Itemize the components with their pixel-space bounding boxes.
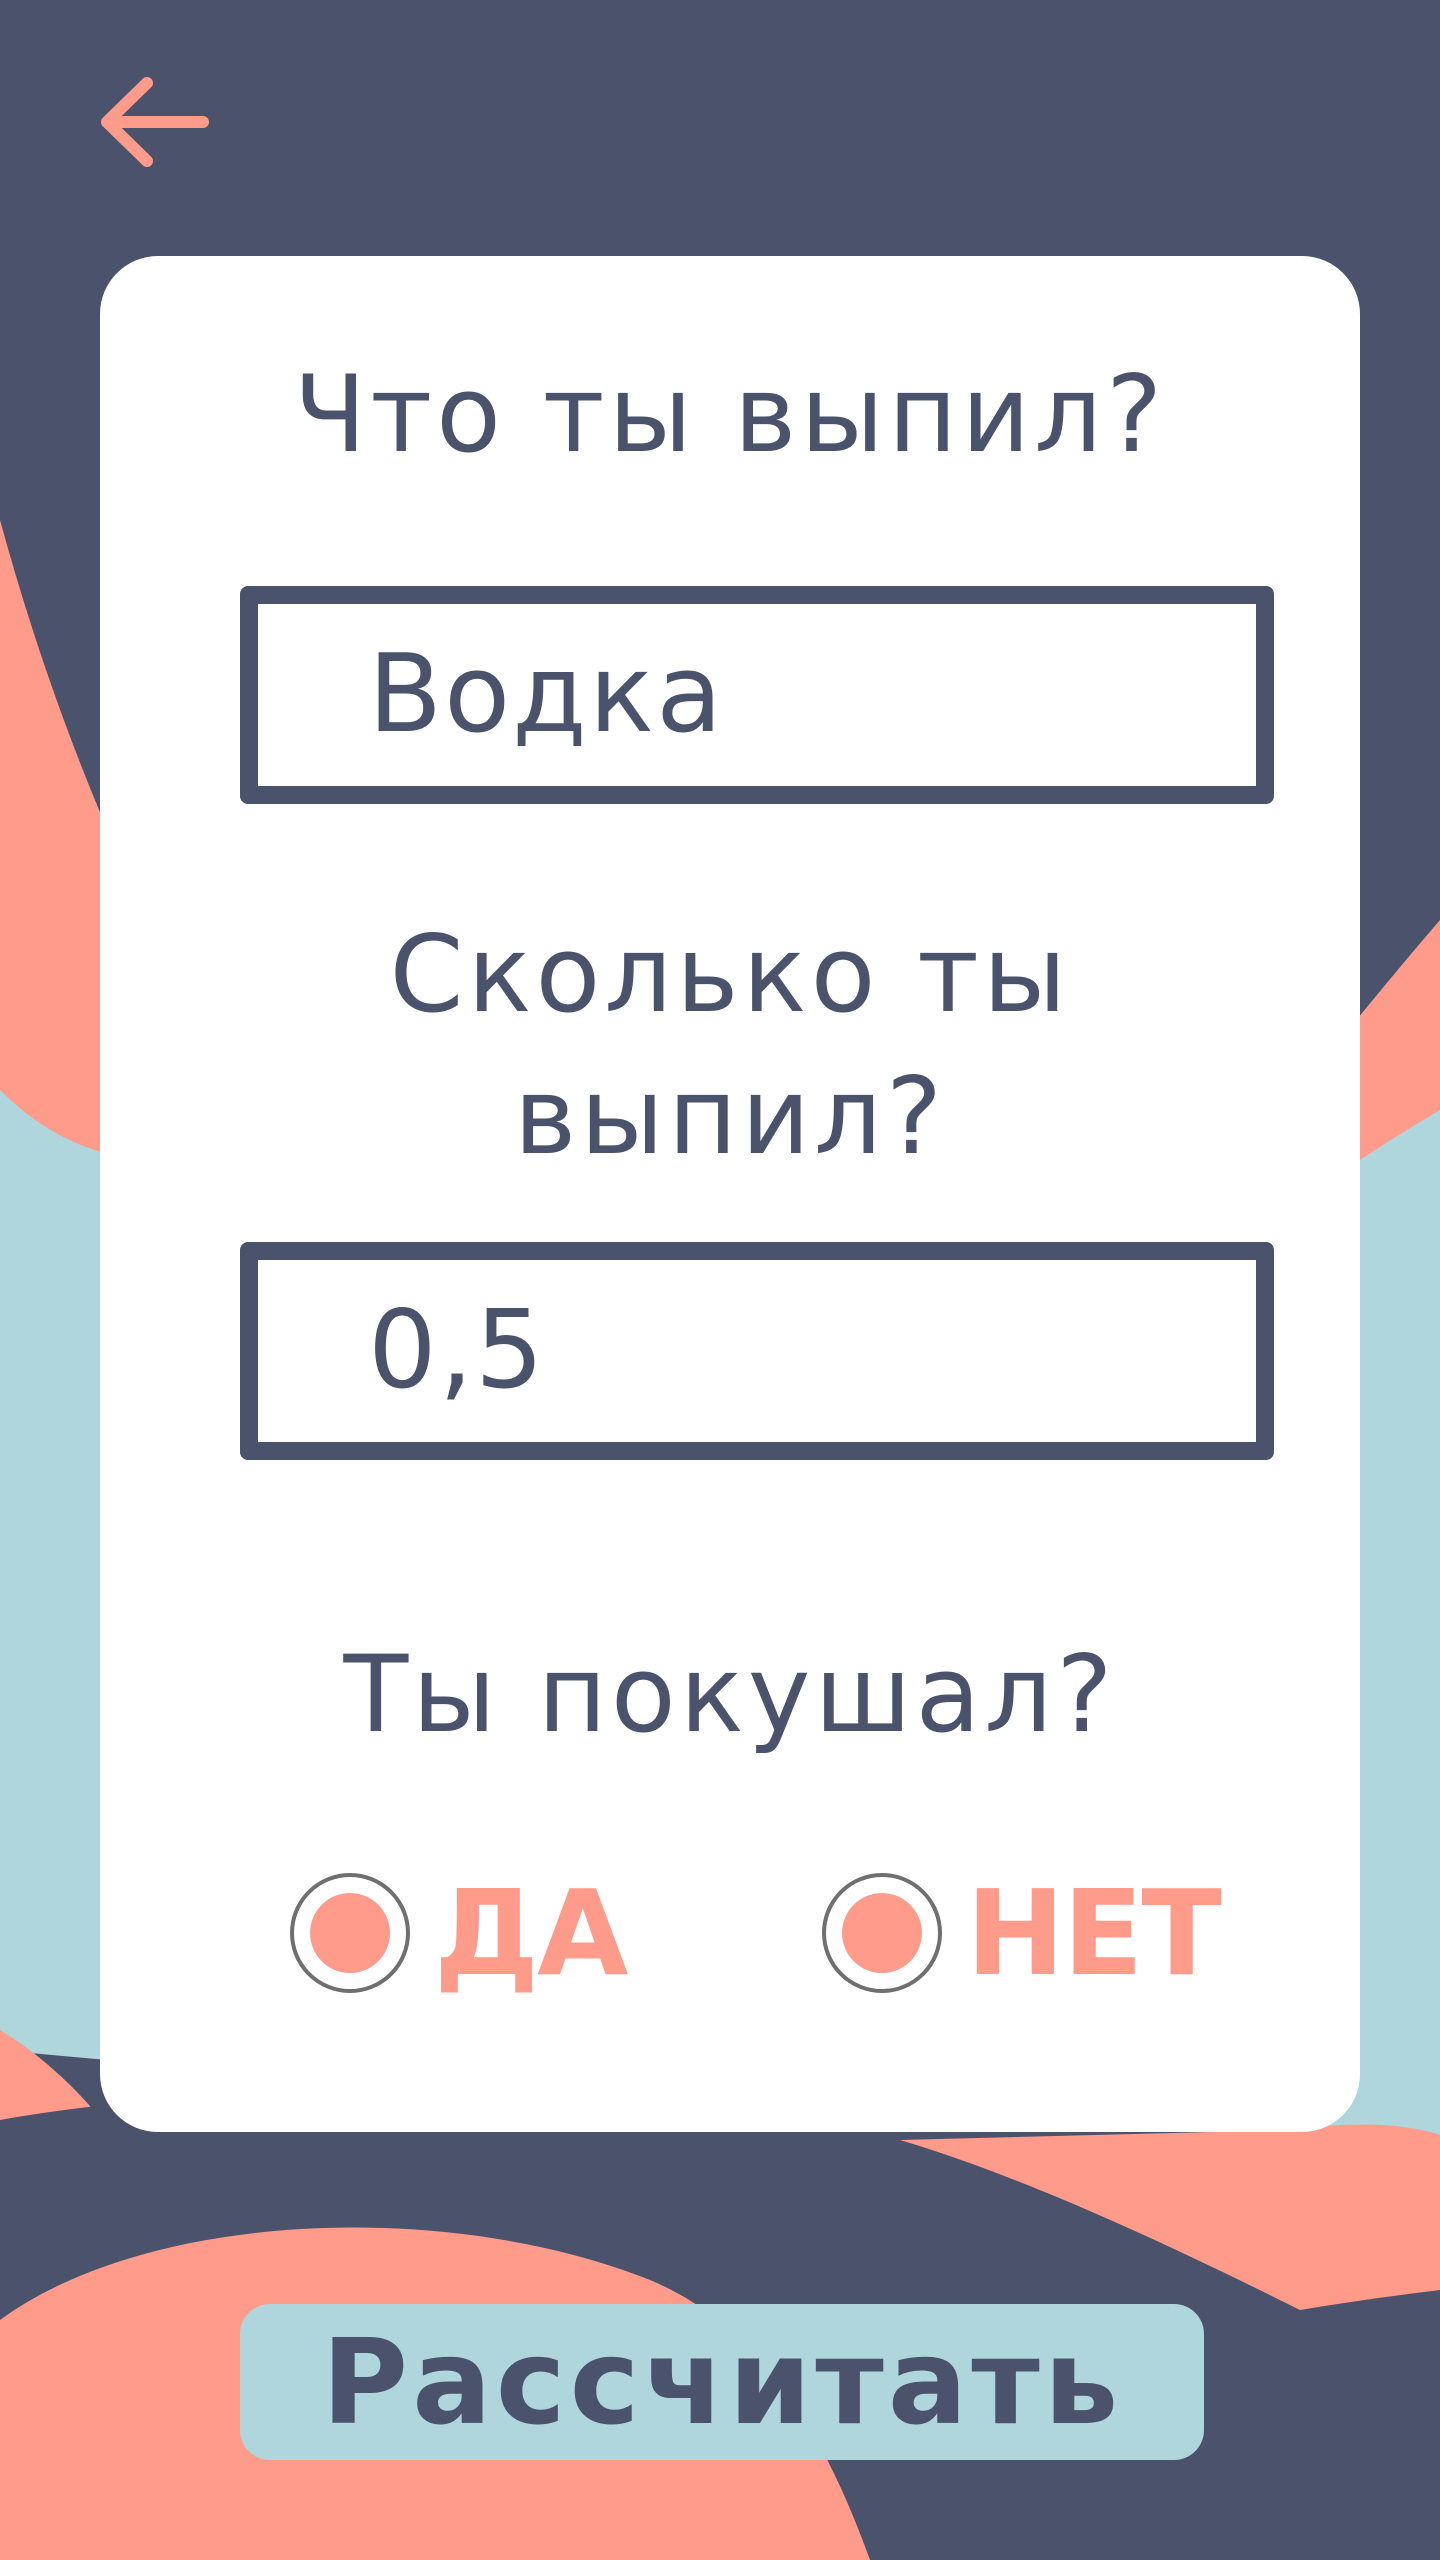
ate-question: Ты покушал? [343,1633,1117,1756]
amount-question: Сколько ты выпил? [389,913,1071,1178]
radio-yes-dot [310,1893,390,1973]
back-button[interactable] [90,62,220,182]
radio-yes-label: ДА [434,1864,628,2002]
drink-question: Что ты выпил? [293,353,1167,476]
radio-option-yes[interactable]: ДА [290,1864,628,2002]
radio-no-label: НЕТ [966,1864,1222,2002]
radio-option-no[interactable]: НЕТ [822,1864,1222,2002]
form-card: Что ты выпил? Водка Сколько ты выпил? 0,… [100,256,1360,2132]
radio-no-ring[interactable] [822,1873,942,1993]
radio-yes-ring[interactable] [290,1873,410,1993]
amount-input[interactable]: 0,5 [240,1242,1274,1460]
radio-no-dot [842,1893,922,1973]
arrow-left-icon [101,77,209,167]
calculate-button[interactable]: Рассчитать [240,2304,1204,2460]
drink-input[interactable]: Водка [240,586,1274,804]
